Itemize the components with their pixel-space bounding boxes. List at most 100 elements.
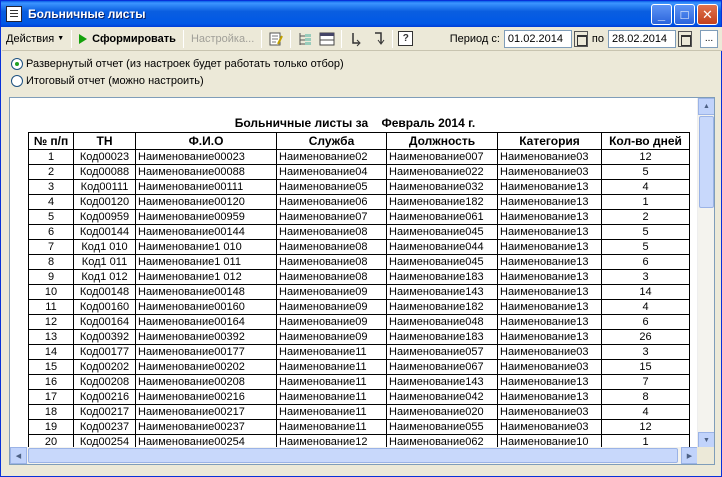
actions-menu-button[interactable]: Действия ▼ [2,29,68,49]
table-row[interactable]: 11 Код00160 Наименование00160 Наименование0… [28,299,690,315]
table-row[interactable]: 14 Код00177 Наименование00177 Наименование1… [28,344,690,360]
row-number-cell: 18 [28,404,74,420]
title-bar[interactable]: Больничные листы _ □ ✕ [1,1,721,27]
category-cell: Наименование03 [497,404,602,420]
table-row[interactable]: 4 Код00120 Наименование00120 Наименование06… [28,194,690,210]
full-name-cell: Наименование00208 [135,374,277,390]
generate-button[interactable]: Сформировать [75,29,180,49]
department-cell: Наименование08 [276,224,387,240]
category-cell: Наименование13 [497,254,602,270]
position-cell: Наименование182 [386,299,498,315]
row-number-cell: 9 [28,269,74,285]
table-row[interactable]: 9 Код1 012 Наименование1 012 Наименование08… [28,269,690,285]
table-row[interactable]: 12 Код00164 Наименование00164 Наименование0… [28,314,690,330]
category-cell: Наименование13 [497,329,602,345]
horizontal-scrollbar[interactable]: ◀ ▶ [10,447,698,464]
table-row[interactable]: 13 Код00392 Наименование00392 Наименование0… [28,329,690,345]
table-row[interactable]: 1 Код00023 Наименование00023 Наименование02… [28,149,690,165]
date-to-field[interactable]: 28.02.2014 [608,29,676,48]
help-button[interactable]: ? [398,31,414,46]
table-row[interactable]: 19 Код00237 Наименование00237 Наименование1… [28,419,690,435]
days-count-cell: 15 [601,359,690,375]
category-cell: Наименование13 [497,269,602,285]
settings-button[interactable]: Настройка... [187,29,258,49]
maximize-button[interactable]: □ [674,3,695,25]
tab-number-cell: Код00216 [73,389,136,405]
minimize-button[interactable]: _ [651,3,672,25]
row-number-cell: 15 [28,359,74,375]
calendar-icon[interactable] [573,30,588,47]
table-view-icon[interactable] [318,30,336,48]
column-header: № п/п [28,132,74,150]
days-count-cell: 12 [601,419,690,435]
vertical-scrollbar[interactable]: ▲ ▼ [697,98,714,449]
table-row[interactable]: 17 Код00216 Наименование00216 Наименование1… [28,389,690,405]
scroll-left-icon[interactable]: ◀ [10,447,27,464]
toolbar-separator [182,29,184,48]
category-cell: Наименование03 [497,359,602,375]
close-button[interactable]: ✕ [697,3,718,25]
row-number-cell: 5 [28,209,74,225]
date-from-field[interactable]: 01.02.2014 [503,29,572,48]
scroll-up-icon[interactable]: ▲ [698,98,714,115]
full-name-cell: Наименование00237 [135,419,277,435]
days-count-cell: 6 [601,254,690,270]
table-row[interactable]: 7 Код1 010 Наименование1 010 Наименование08… [28,239,690,255]
tab-number-cell: Код00164 [73,314,136,330]
table-row[interactable]: 2 Код00088 Наименование00088 Наименование04… [28,164,690,180]
table-row[interactable]: 18 Код00217 Наименование00217 Наименование1… [28,404,690,420]
position-cell: Наименование143 [386,374,498,390]
row-number-cell: 17 [28,389,74,405]
table-row[interactable]: 3 Код00111 Наименование00111 Наименование05… [28,179,690,195]
department-cell: Наименование08 [276,269,387,285]
collapse-icon[interactable] [369,30,387,48]
calendar-icon[interactable] [678,30,692,47]
position-cell: Наименование067 [386,359,498,375]
days-count-cell: 4 [601,299,690,315]
table-row[interactable]: 10 Код00148 Наименование00148 Наименование0… [28,284,690,300]
column-header: ТН [73,132,136,150]
vertical-scroll-thumb[interactable] [699,116,714,208]
department-cell: Наименование08 [276,254,387,270]
tab-number-cell: Код00111 [73,179,136,195]
category-cell: Наименование13 [497,389,602,405]
report-table: № п/п ТН Ф.И.О Служба Должность Категория Кол-… [28,132,690,450]
column-header: Ф.И.О [135,132,277,150]
radio-unchecked-icon[interactable] [11,75,23,87]
tab-number-cell: Код00120 [73,194,136,210]
row-number-cell: 11 [28,299,74,315]
report-area[interactable]: Больничные листы за Февраль 2014 г. № п/… [9,97,715,465]
category-cell: Наименование13 [497,299,602,315]
table-row[interactable]: 16 Код00208 Наименование00208 Наименование1… [28,374,690,390]
scroll-right-icon[interactable]: ▶ [681,447,698,464]
row-number-cell: 4 [28,194,74,210]
row-number-cell: 19 [28,419,74,435]
period-select-button[interactable]: ... [700,29,718,48]
expand-icon[interactable] [347,30,365,48]
tab-number-cell: Код00088 [73,164,136,180]
tree-icon[interactable] [296,30,314,48]
option-summary[interactable]: Итоговый отчет (можно настроить) [11,75,204,87]
full-name-cell: Наименование00216 [135,389,277,405]
days-count-cell: 4 [601,404,690,420]
radio-checked-icon[interactable] [11,58,23,70]
report-title: Больничные листы за Февраль 2014 г. [234,116,476,130]
horizontal-scroll-thumb[interactable] [28,448,678,463]
scrollbar-corner [697,447,714,464]
department-cell: Наименование02 [276,149,387,165]
column-header: Служба [276,132,387,150]
full-name-cell: Наименование00959 [135,209,277,225]
table-row[interactable]: 6 Код00144 Наименование00144 Наименование08… [28,224,690,240]
play-icon [79,33,88,44]
table-row[interactable]: 15 Код00202 Наименование00202 Наименование1… [28,359,690,375]
tab-number-cell: Код00208 [73,374,136,390]
table-row[interactable]: 8 Код1 011 Наименование1 011 Наименование08… [28,254,690,270]
option-detailed[interactable]: Развернутый отчет (из настроек будет раб… [11,58,344,70]
days-count-cell: 8 [601,389,690,405]
table-row[interactable]: 5 Код00959 Наименование00959 Наименование07… [28,209,690,225]
edit-settings-icon[interactable] [267,30,285,48]
full-name-cell: Наименование00088 [135,164,277,180]
category-cell: Наименование13 [497,284,602,300]
days-count-cell: 26 [601,329,690,345]
full-name-cell: Наименование00392 [135,329,277,345]
